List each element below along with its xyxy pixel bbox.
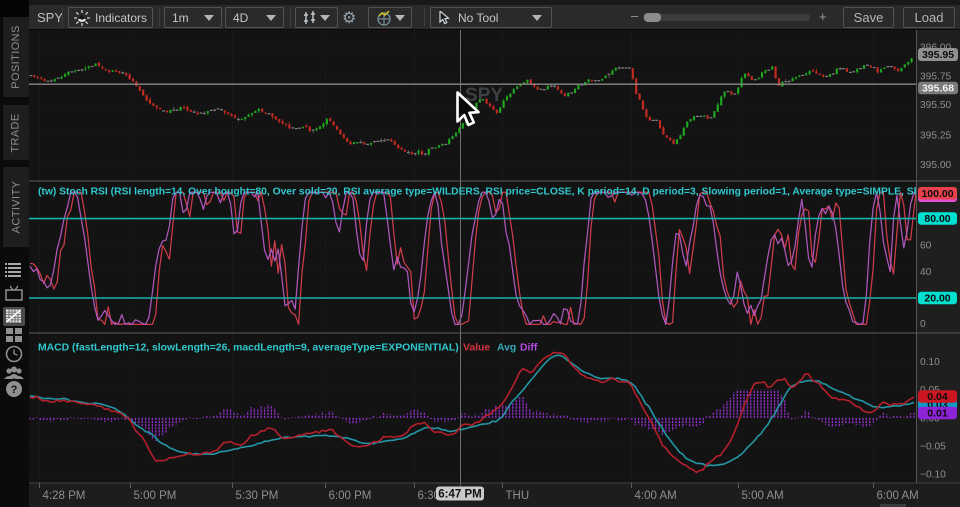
svg-text:4:00 AM: 4:00 AM <box>635 490 677 502</box>
svg-text:6:47 PM: 6:47 PM <box>438 488 481 500</box>
svg-text:SPY: SPY <box>465 85 503 106</box>
svg-text:−0.10: −0.10 <box>920 470 946 481</box>
svg-text:0.04: 0.04 <box>927 391 948 403</box>
svg-text:Avg: Avg <box>497 343 516 354</box>
svg-text:0.10: 0.10 <box>920 357 940 368</box>
svg-text:?: ? <box>11 384 18 396</box>
svg-text:5:00 PM: 5:00 PM <box>134 490 177 502</box>
svg-text:80.00: 80.00 <box>924 213 950 225</box>
svg-text:40: 40 <box>920 267 932 278</box>
svg-text:(tw) Stoch RSI (RSI length=14,: (tw) Stoch RSI (RSI length=14, Over boug… <box>38 187 926 198</box>
svg-text:395.00: 395.00 <box>920 160 951 171</box>
svg-text:100.00: 100.00 <box>921 188 953 200</box>
svg-text:MACD (fastLength=12, slowLengt: MACD (fastLength=12, slowLength=26, macd… <box>38 343 459 354</box>
svg-text:0: 0 <box>920 319 926 330</box>
svg-text:395.50: 395.50 <box>920 100 951 111</box>
svg-text:395.25: 395.25 <box>920 131 951 142</box>
svg-text:Value: Value <box>463 343 490 354</box>
svg-text:5:30 PM: 5:30 PM <box>236 490 279 502</box>
svg-text:0.01: 0.01 <box>927 408 948 420</box>
svg-text:6:00 AM: 6:00 AM <box>877 490 919 502</box>
svg-text:20.00: 20.00 <box>924 293 950 305</box>
svg-text:Diff: Diff <box>520 343 538 354</box>
svg-text:6:00 PM: 6:00 PM <box>329 490 372 502</box>
svg-text:5:00 AM: 5:00 AM <box>742 490 784 502</box>
svg-text:4:28 PM: 4:28 PM <box>43 490 86 502</box>
svg-text:395.75: 395.75 <box>920 72 951 83</box>
svg-text:−0.05: −0.05 <box>920 442 946 453</box>
svg-text:60: 60 <box>920 241 932 252</box>
svg-text:THU: THU <box>506 490 530 502</box>
svg-text:395.68: 395.68 <box>922 83 954 95</box>
svg-text:395.95: 395.95 <box>922 49 954 61</box>
